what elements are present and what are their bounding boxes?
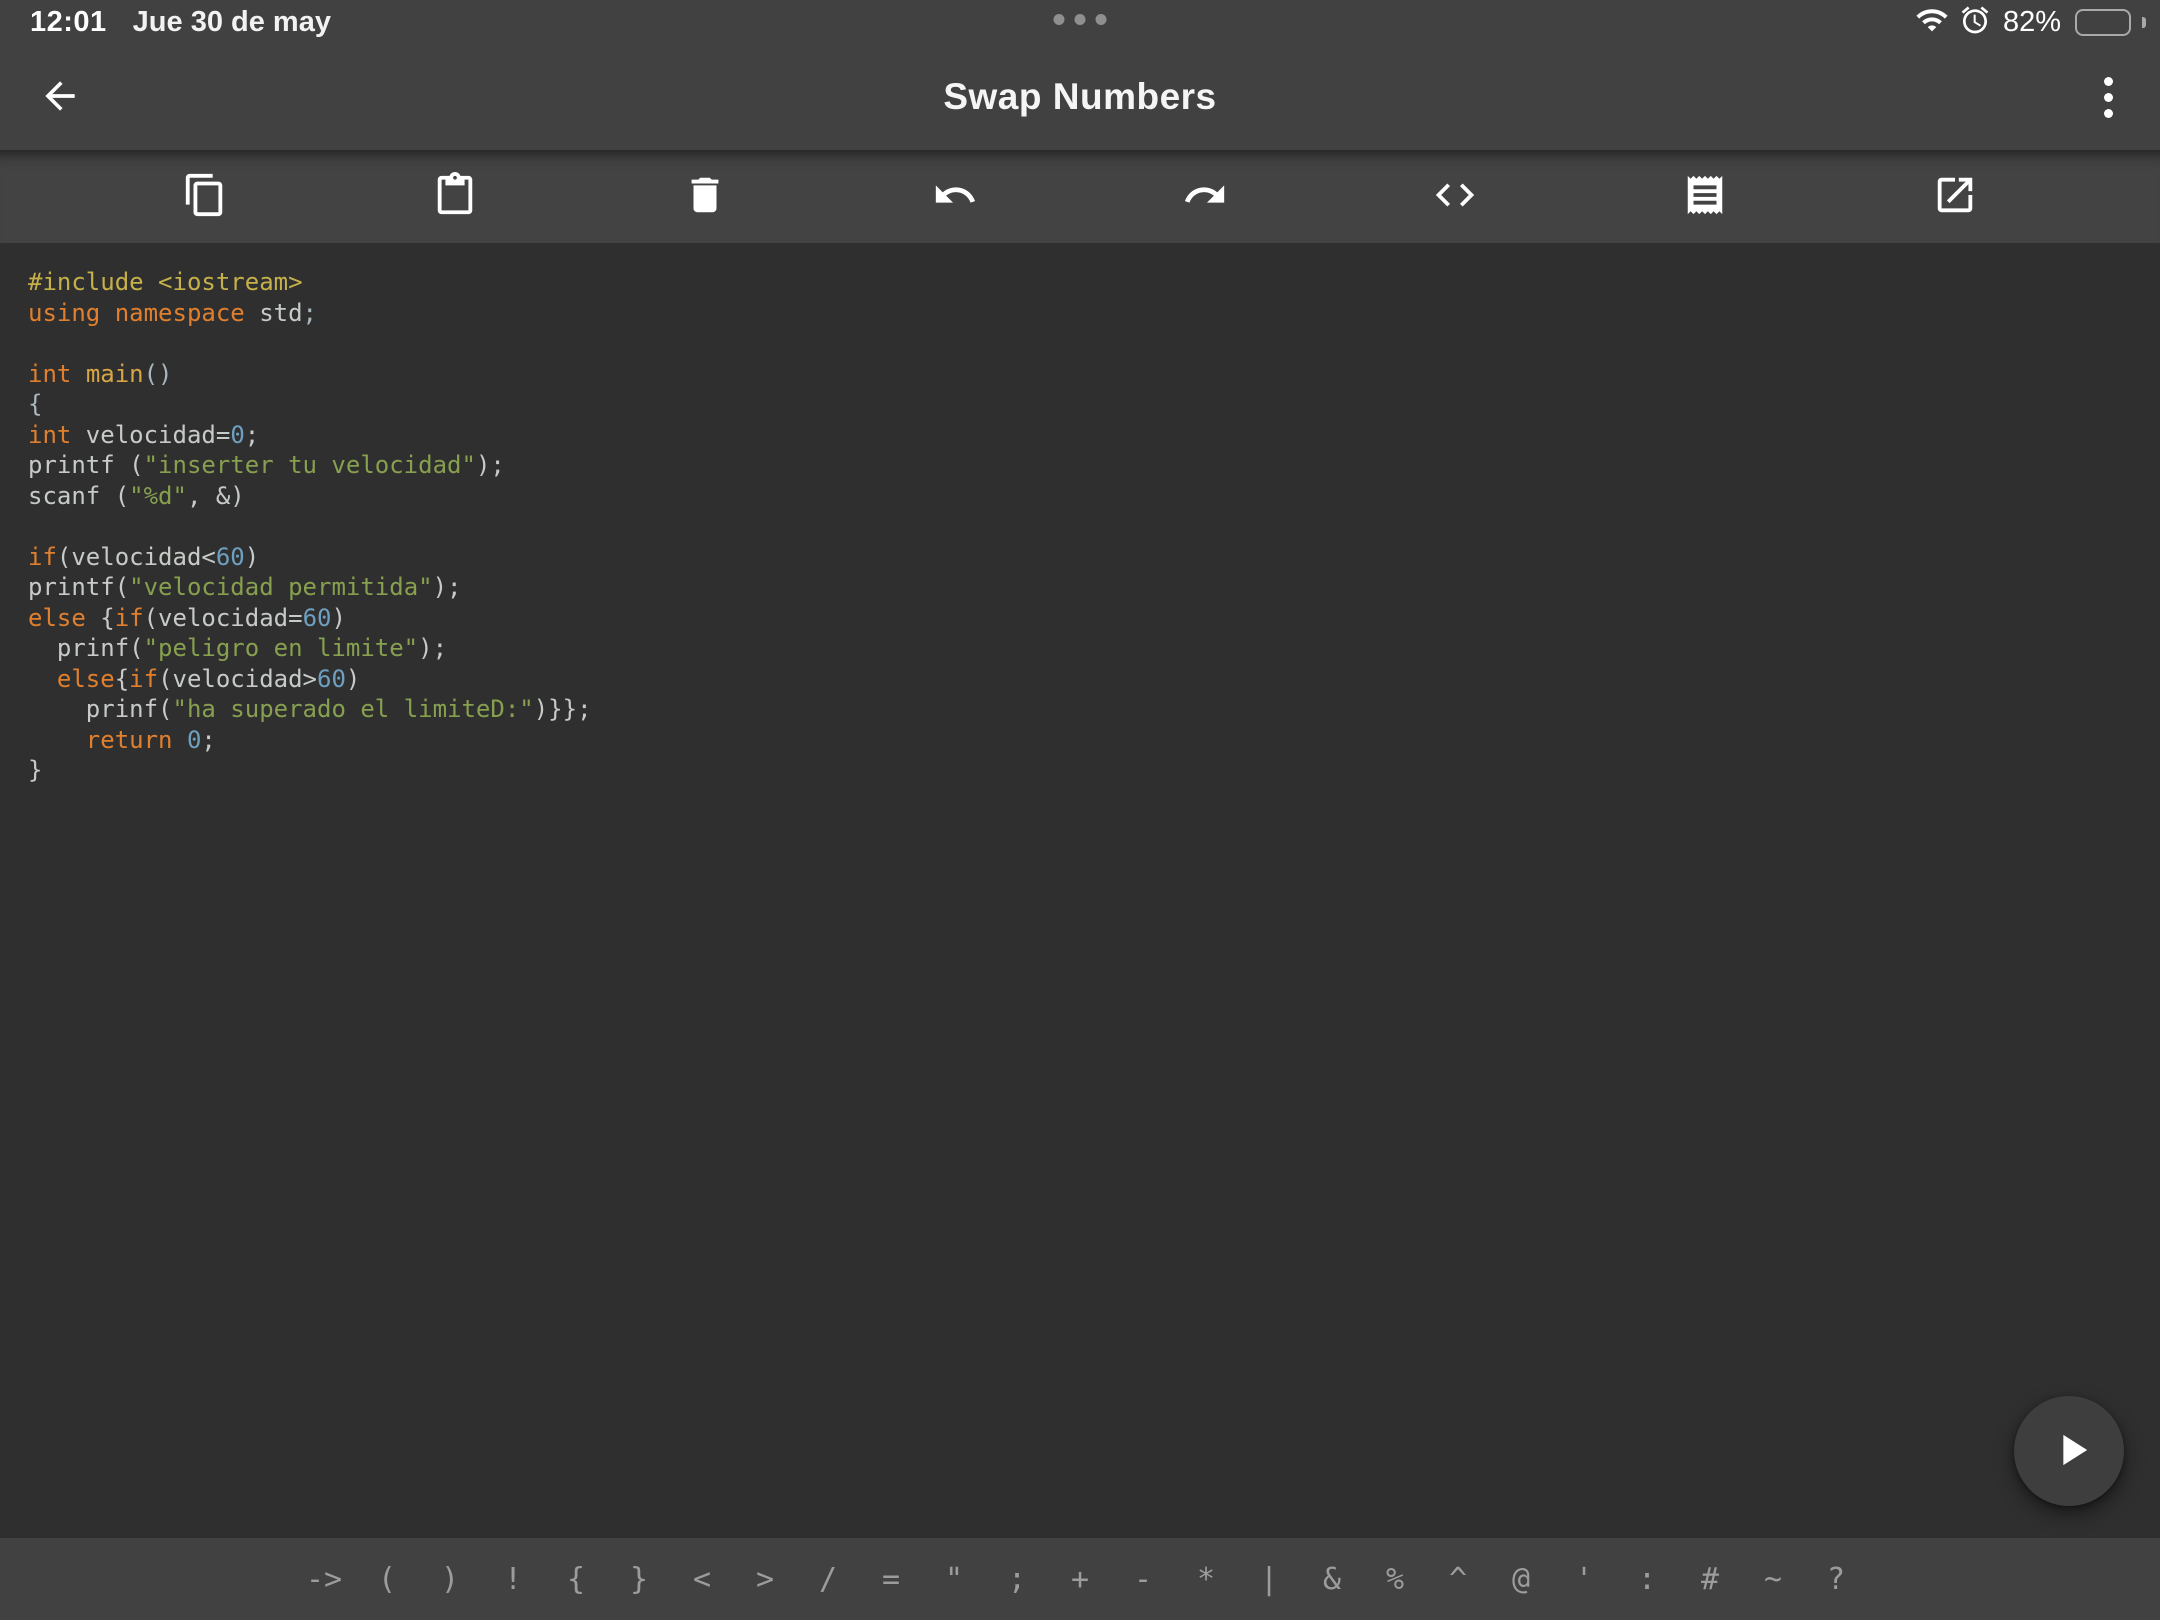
code-line: using namespace std; — [28, 298, 2140, 329]
symbol-keyboard-bar: ->()!{}<>/=";+-*|&%^@':#~? — [0, 1538, 2160, 1620]
symbol-key[interactable]: ! — [482, 1562, 545, 1597]
code-content[interactable]: #include <iostream>using namespace std; … — [0, 243, 2160, 786]
overflow-menu-button[interactable] — [2088, 69, 2128, 125]
code-line: } — [28, 755, 2140, 786]
code-line: else {if(velocidad=60) — [28, 603, 2140, 634]
symbol-key[interactable]: % — [1364, 1562, 1427, 1597]
page-title: Swap Numbers — [943, 76, 1216, 118]
symbol-key[interactable]: - — [1112, 1562, 1175, 1597]
battery-percent-label: 82% — [2003, 6, 2061, 39]
code-line — [28, 328, 2140, 359]
code-line: #include <iostream> — [28, 267, 2140, 298]
status-right: 82% — [1915, 0, 2146, 44]
symbol-key[interactable]: : — [1616, 1562, 1679, 1597]
code-line: return 0; — [28, 725, 2140, 756]
status-time: 12:01 — [30, 6, 107, 39]
symbol-key[interactable]: { — [545, 1562, 608, 1597]
editor-toolbar — [0, 150, 2160, 243]
code-line: printf("velocidad permitida"); — [28, 572, 2140, 603]
symbol-key[interactable]: + — [1049, 1562, 1112, 1597]
code-line: prinf("peligro en limite"); — [28, 633, 2140, 664]
symbol-key[interactable]: } — [608, 1562, 671, 1597]
symbol-key[interactable]: ) — [419, 1562, 482, 1597]
receipt-icon — [1682, 172, 1728, 221]
symbol-key[interactable]: ' — [1553, 1562, 1616, 1597]
copy-icon — [182, 172, 228, 221]
undo-button[interactable] — [930, 172, 980, 222]
code-line: int main() — [28, 359, 2140, 390]
symbol-key[interactable]: < — [671, 1562, 734, 1597]
output-log-button[interactable] — [1680, 172, 1730, 222]
code-line: scanf ("%d", &) — [28, 481, 2140, 512]
multitasking-dots-indicator[interactable] — [1054, 14, 1107, 25]
paste-button[interactable] — [430, 172, 480, 222]
symbol-key[interactable]: * — [1175, 1562, 1238, 1597]
alarm-icon — [1959, 4, 1991, 41]
symbol-key[interactable]: = — [860, 1562, 923, 1597]
code-brackets-icon — [1432, 172, 1478, 221]
symbol-key[interactable]: | — [1238, 1562, 1301, 1597]
code-line: if(velocidad<60) — [28, 542, 2140, 573]
symbol-key[interactable]: @ — [1490, 1562, 1553, 1597]
delete-button[interactable] — [680, 172, 730, 222]
redo-button[interactable] — [1180, 172, 1230, 222]
code-line: int velocidad=0; — [28, 420, 2140, 451]
symbol-key[interactable]: ~ — [1742, 1562, 1805, 1597]
trash-icon — [682, 172, 728, 221]
status-date: Jue 30 de may — [133, 6, 331, 39]
symbol-key[interactable]: > — [734, 1562, 797, 1597]
symbol-key[interactable]: ; — [986, 1562, 1049, 1597]
code-line: prinf("ha superado el limiteD:")}}; — [28, 694, 2140, 725]
code-line: printf ("inserter tu velocidad"); — [28, 450, 2140, 481]
play-icon — [2040, 1424, 2098, 1479]
symbol-key[interactable]: # — [1679, 1562, 1742, 1597]
battery-icon — [2075, 9, 2131, 36]
paste-icon — [432, 172, 478, 221]
wifi-icon — [1915, 3, 1949, 42]
redo-icon — [1182, 172, 1228, 221]
open-in-new-icon — [1932, 172, 1978, 221]
battery-nub — [2142, 17, 2146, 28]
status-bar: 12:01 Jue 30 de may 82% — [0, 0, 2160, 44]
symbol-key[interactable]: & — [1301, 1562, 1364, 1597]
symbol-key[interactable]: ? — [1805, 1562, 1868, 1597]
undo-icon — [932, 172, 978, 221]
code-line: else{if(velocidad>60) — [28, 664, 2140, 695]
symbol-key[interactable]: ( — [356, 1562, 419, 1597]
code-line — [28, 511, 2140, 542]
symbol-key[interactable]: ^ — [1427, 1562, 1490, 1597]
back-button[interactable] — [32, 69, 88, 125]
back-arrow-icon — [38, 74, 82, 121]
symbol-key[interactable]: -> — [293, 1562, 356, 1597]
copy-button[interactable] — [180, 172, 230, 222]
code-snippets-button[interactable] — [1430, 172, 1480, 222]
status-left: 12:01 Jue 30 de may — [30, 0, 331, 44]
run-button[interactable] — [2014, 1396, 2124, 1506]
open-external-button[interactable] — [1930, 172, 1980, 222]
symbol-key[interactable]: / — [797, 1562, 860, 1597]
code-line: { — [28, 389, 2140, 420]
symbol-key[interactable]: " — [923, 1562, 986, 1597]
app-bar: Swap Numbers — [0, 44, 2160, 150]
code-editor[interactable]: #include <iostream>using namespace std; … — [0, 243, 2160, 1538]
